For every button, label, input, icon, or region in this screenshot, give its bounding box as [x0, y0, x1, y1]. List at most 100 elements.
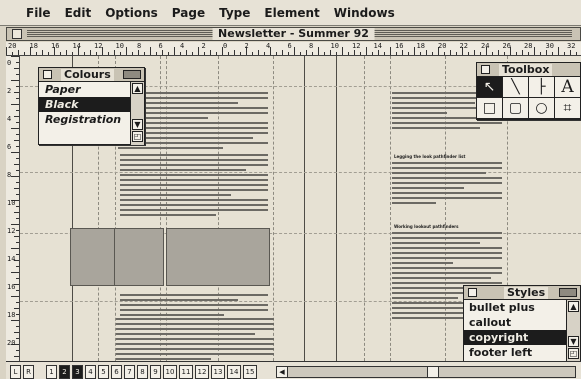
ruler-tick: [324, 52, 325, 55]
colours-list: Paper Black Registration: [39, 82, 131, 127]
palette-zoom-box[interactable]: [559, 288, 577, 297]
toolbox-palette[interactable]: Toolbox ↖ ╲ ├ A □ ▢ ○ ⌗: [476, 62, 581, 120]
master-page-left-tab[interactable]: L: [10, 365, 21, 379]
style-item-footer-left[interactable]: footer left: [464, 345, 566, 360]
toolbox-palette-title-bar[interactable]: Toolbox: [477, 63, 580, 77]
scroll-thumb[interactable]: [427, 367, 439, 377]
pointer-icon[interactable]: ↖: [477, 77, 503, 98]
page-tab-11[interactable]: 11: [179, 365, 193, 379]
ruler-tick: [14, 332, 19, 333]
ruler-tick: [14, 308, 19, 309]
spine-edge: [304, 56, 305, 361]
page-tab-14[interactable]: 14: [227, 365, 241, 379]
menu-options[interactable]: Options: [105, 6, 158, 20]
scroll-down-arrow-icon[interactable]: ▼: [568, 336, 579, 347]
ruler-tick: [144, 52, 145, 55]
ruler-tick: [210, 50, 211, 55]
ruler-tick: [72, 52, 73, 55]
ruler-tick: [366, 47, 367, 55]
scroll-left-arrow-icon[interactable]: ◀: [277, 367, 288, 377]
palette-close-box[interactable]: [481, 65, 490, 74]
menu-file[interactable]: File: [26, 6, 51, 20]
ruler-tick: [402, 50, 403, 55]
ruler-tick: [16, 314, 19, 315]
palette-close-box[interactable]: [43, 70, 52, 79]
ruler-tick: [16, 158, 19, 159]
text-block[interactable]: [392, 162, 502, 207]
text-block[interactable]: [120, 294, 268, 319]
page-tab-15[interactable]: 15: [243, 365, 257, 379]
ruler-tick: [16, 350, 19, 351]
text-tool-icon[interactable]: A: [555, 77, 581, 98]
colour-item-black[interactable]: Black: [39, 97, 131, 112]
picture-frame[interactable]: [70, 228, 164, 286]
colour-item-paper[interactable]: Paper: [39, 82, 131, 97]
page-tab-1[interactable]: 1: [46, 365, 57, 379]
ruler-tick: [84, 52, 85, 55]
scroll-down-arrow-icon[interactable]: ▼: [132, 119, 143, 130]
resize-box-icon[interactable]: ◰: [132, 131, 143, 142]
colour-item-registration[interactable]: Registration: [39, 112, 131, 127]
ruler-tick: [528, 52, 529, 55]
ruler-tick: [6, 47, 7, 55]
palette-zoom-box[interactable]: [123, 70, 141, 79]
page-tab-9[interactable]: 9: [150, 365, 161, 379]
ruler-number: 10: [115, 42, 124, 50]
page-tab-5[interactable]: 5: [98, 365, 109, 379]
page-tab-12[interactable]: 12: [195, 365, 209, 379]
ruler-number: 28: [524, 42, 533, 50]
rectangle-icon[interactable]: □: [477, 98, 503, 119]
text-block[interactable]: [120, 154, 268, 219]
style-item-callout[interactable]: callout: [464, 315, 566, 330]
colours-palette[interactable]: Colours Paper Black Registration ▲ ▼ ◰: [38, 67, 145, 145]
perpendicular-line-icon[interactable]: ├: [529, 77, 555, 98]
menu-element[interactable]: Element: [264, 6, 319, 20]
ruler-number: 0: [7, 59, 12, 67]
style-item-copyright[interactable]: copyright: [464, 330, 566, 345]
page-tab-3[interactable]: 3: [72, 365, 83, 379]
window-title-bar[interactable]: Newsletter - Summer 92: [6, 27, 581, 41]
page-tab-13[interactable]: 13: [211, 365, 225, 379]
styles-scrollbar[interactable]: ▲ ▼ ◰: [566, 300, 580, 362]
style-item-bullet-plus[interactable]: bullet plus: [464, 300, 566, 315]
page-tab-8[interactable]: 8: [137, 365, 148, 379]
text-block[interactable]: [116, 318, 274, 361]
styles-palette-title-bar[interactable]: Styles: [464, 286, 580, 300]
window-close-box[interactable]: [12, 29, 22, 39]
ruler-tick: [16, 302, 19, 303]
colours-palette-title-bar[interactable]: Colours: [39, 68, 144, 82]
ruler-tick: [12, 52, 13, 55]
styles-palette[interactable]: Styles bullet plus callout copyright foo…: [463, 285, 581, 362]
ruler-tick: [294, 47, 295, 55]
ruler-tick: [162, 50, 163, 55]
scroll-up-arrow-icon[interactable]: ▲: [568, 301, 579, 312]
ruler-tick: [420, 52, 421, 55]
ruler-tick: [16, 122, 19, 123]
palette-close-box[interactable]: [468, 288, 477, 297]
horizontal-scrollbar[interactable]: ◀: [276, 366, 576, 378]
ruler-tick: [498, 50, 499, 55]
ruler-tick: [228, 52, 229, 55]
page-tab-10[interactable]: 10: [163, 365, 177, 379]
page-tab-4[interactable]: 4: [85, 365, 96, 379]
rounded-rectangle-icon[interactable]: ▢: [503, 98, 529, 119]
colours-scrollbar[interactable]: ▲ ▼ ◰: [130, 82, 144, 145]
menu-edit[interactable]: Edit: [65, 6, 92, 20]
menu-windows[interactable]: Windows: [334, 6, 395, 20]
page-tab-2[interactable]: 2: [59, 365, 70, 379]
crop-icon[interactable]: ⌗: [555, 98, 581, 119]
menu-type[interactable]: Type: [219, 6, 250, 20]
ellipse-icon[interactable]: ○: [529, 98, 555, 119]
resize-box-icon[interactable]: ◰: [568, 348, 579, 359]
diagonal-line-icon[interactable]: ╲: [503, 77, 529, 98]
ruler-number: 4: [7, 115, 12, 123]
master-page-right-tab[interactable]: R: [23, 365, 34, 379]
scroll-up-arrow-icon[interactable]: ▲: [132, 83, 143, 94]
ruler-tick: [16, 146, 19, 147]
ruler-number: 6: [7, 143, 12, 151]
page-tab-6[interactable]: 6: [111, 365, 122, 379]
ruler-tick: [300, 52, 301, 55]
picture-frame[interactable]: [166, 228, 270, 286]
page-tab-7[interactable]: 7: [124, 365, 135, 379]
menu-page[interactable]: Page: [172, 6, 205, 20]
